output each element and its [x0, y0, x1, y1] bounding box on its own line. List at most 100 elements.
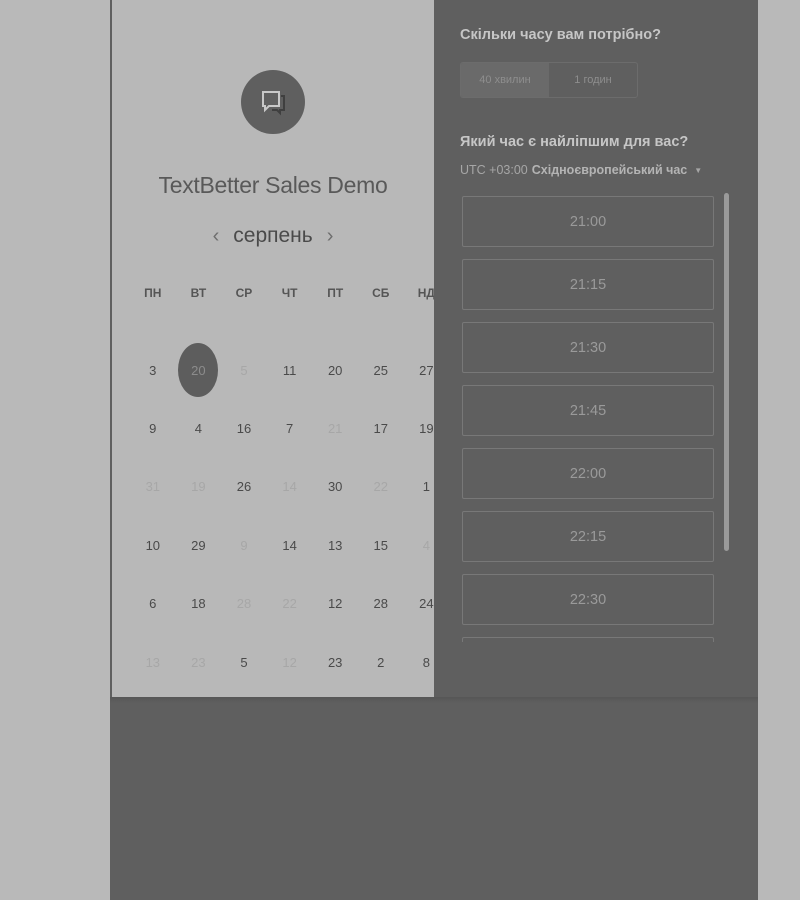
calendar-day: 14	[267, 458, 313, 516]
calendar-day[interactable]: 13	[312, 516, 358, 574]
calendar-day-number: 12	[327, 596, 343, 612]
calendar-day-number: 23	[327, 654, 343, 670]
calendar-day[interactable]: 2	[358, 633, 404, 691]
duration-option-1hour[interactable]: 1 годин	[549, 63, 637, 97]
calendar-day-number: 6	[149, 596, 157, 612]
weekday-label: ПТ	[327, 286, 344, 300]
calendar-day-number: 1	[422, 479, 430, 495]
calendar-day-number: 22	[282, 596, 297, 612]
calendar-day-number: 10	[145, 537, 161, 553]
time-slot-list[interactable]: 21:00 21:15 21:30 21:45 22:00 22:15 22:30	[462, 196, 718, 642]
calendar-day: 22	[358, 458, 404, 516]
time-slot[interactable]: 21:30	[462, 322, 714, 373]
time-slot[interactable]: 22:30	[462, 574, 714, 625]
weekday-label: СР	[235, 286, 253, 300]
calendar-day: 13	[130, 633, 176, 691]
calendar-day-selected[interactable]: 20	[176, 341, 222, 399]
time-slot[interactable]: 21:15	[462, 259, 714, 310]
calendar-day-number: 15	[373, 537, 388, 553]
calendar-day-number: 19	[419, 421, 434, 437]
duration-option-40min[interactable]: 40 хвилин	[461, 63, 549, 97]
calendar-day: 28	[221, 575, 267, 633]
time-slot[interactable]: 22:00	[462, 448, 714, 499]
time-slot[interactable]: 21:45	[462, 385, 714, 436]
duration-question: Скільки часу вам потрібно?	[460, 27, 661, 43]
weekday-label: СБ	[372, 286, 390, 300]
prev-month-button[interactable]: ‹	[211, 225, 222, 248]
calendar-day-number: 12	[282, 654, 297, 670]
calendar-day-number: 11	[282, 362, 297, 378]
calendar-day: 21	[312, 399, 358, 457]
caret-down-icon: ▼	[694, 165, 703, 175]
timezone-selector[interactable]: UTC +03:00 Східноєвропейський час ▼	[460, 163, 702, 177]
calendar-day[interactable]: 28	[358, 575, 404, 633]
calendar-day-number: 4	[194, 421, 202, 437]
next-month-button[interactable]: ›	[325, 225, 336, 248]
time-slot[interactable]	[462, 637, 714, 642]
calendar-day: 19	[176, 458, 222, 516]
timezone-offset: UTC +03:00	[460, 163, 528, 177]
calendar-day[interactable]: 15	[358, 516, 404, 574]
time-slot[interactable]: 22:15	[462, 511, 714, 562]
chat-bubble-icon	[262, 91, 285, 116]
calendar-day-number: 28	[236, 596, 252, 612]
slot-list-scrollbar[interactable]	[724, 193, 729, 551]
calendar-day: 12	[267, 633, 313, 691]
calendar-day[interactable]: 11	[267, 341, 313, 399]
calendar-day-number: 20	[327, 362, 343, 378]
calendar-day-number: 31	[145, 479, 161, 495]
panel-bottom-edge	[110, 697, 758, 703]
calendar-day[interactable]: 17	[358, 399, 404, 457]
weekday-label: ПН	[144, 286, 162, 300]
calendar-day-number: 28	[373, 596, 388, 612]
calendar-day[interactable]: 5	[221, 633, 267, 691]
calendar-day[interactable]: 7	[267, 399, 313, 457]
calendar-day-number: 5	[240, 654, 248, 670]
calendar-day-number: 13	[327, 537, 343, 553]
calendar-day: 23	[176, 633, 222, 691]
calendar-day[interactable]: 6	[130, 575, 176, 633]
calendar-day-number: 14	[282, 479, 297, 495]
calendar-day[interactable]: 16	[221, 399, 267, 457]
time-question: Який час є найліпшим для вас?	[460, 134, 689, 150]
calendar-day[interactable]: 18	[176, 575, 222, 633]
calendar-day[interactable]: 9	[130, 399, 176, 457]
calendar-day-number: 19	[191, 479, 206, 495]
calendar-day-number: 26	[236, 479, 252, 495]
event-title: TextBetter Sales Demo	[158, 172, 388, 198]
calendar-day[interactable]: 29	[176, 516, 222, 574]
calendar-day-number: 18	[191, 596, 206, 612]
calendar-day-number: 22	[373, 479, 388, 495]
calendar-day[interactable]: 25	[358, 341, 404, 399]
event-info-panel: TextBetter Sales Demo ‹ серпень › ПН ВТ СР…	[112, 0, 435, 697]
calendar-day[interactable]: 14	[267, 516, 313, 574]
calendar-day[interactable]: 12	[312, 575, 358, 633]
calendar-day-number: 27	[419, 362, 434, 378]
time-slot[interactable]: 21:00	[462, 196, 714, 247]
calendar-day[interactable]: 20	[312, 341, 358, 399]
calendar-day-number: 9	[240, 537, 248, 553]
duration-toggle: 40 хвилин 1 годин	[460, 62, 638, 98]
calendar-day[interactable]: 3	[130, 341, 176, 399]
month-navigation: ‹ серпень ›	[112, 224, 434, 248]
calendar-day[interactable]: 30	[312, 458, 358, 516]
calendar-day-number: 30	[327, 479, 343, 495]
calendar-day-number: 9	[149, 421, 157, 437]
calendar-day[interactable]: 10	[130, 516, 176, 574]
calendar-day[interactable]: 4	[176, 399, 222, 457]
calendar-day: 9	[221, 516, 267, 574]
calendar-day-number: 8	[422, 654, 430, 670]
calendar-day-number: 2	[377, 654, 385, 670]
timezone-name: Східноєвропейський час	[531, 163, 688, 177]
calendar-day-number: 20	[178, 343, 219, 398]
calendar-day-number: 29	[191, 537, 206, 553]
calendar-day-number: 3	[149, 362, 157, 378]
calendar-day-number: 5	[240, 362, 248, 378]
calendar-day-number: 24	[419, 596, 434, 612]
calendar-day[interactable]: 23	[312, 633, 358, 691]
calendar-day-number: 4	[422, 537, 430, 553]
calendar-day[interactable]: 26	[221, 458, 267, 516]
calendar-day-number: 21	[327, 421, 343, 437]
calendar-day: 31	[130, 458, 176, 516]
calendar-day: 5	[221, 341, 267, 399]
